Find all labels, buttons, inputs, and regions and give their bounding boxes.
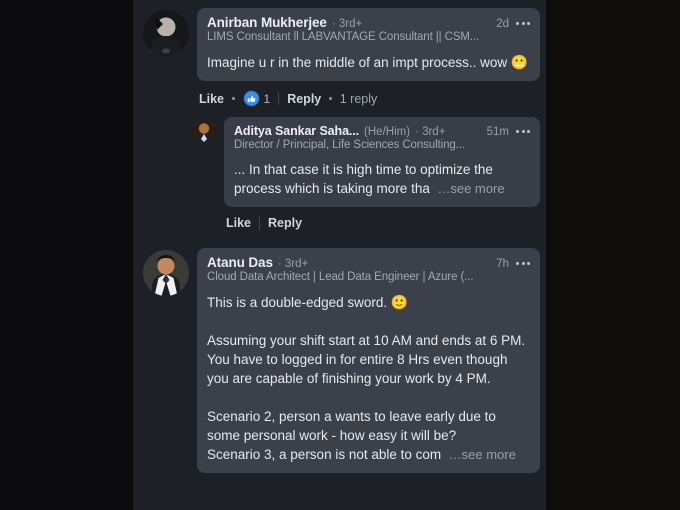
separator-dot [232, 97, 235, 100]
comment-body-text: Scenario 3, a person is not able to com [207, 447, 442, 462]
like-button[interactable]: Like [226, 216, 251, 230]
comment-actions: Like Reply [224, 207, 540, 234]
comment-meta: 2d [488, 18, 530, 30]
comment-bubble: Aditya Sankar Saha... (He/Him) · 3rd+ 51… [224, 117, 540, 207]
connection-degree: · 3rd+ [331, 18, 363, 30]
separator-dot [329, 97, 332, 100]
see-more-link[interactable]: …see more [449, 447, 516, 462]
comment-body-paragraph-1: This is a double-edged sword. 🙂 [207, 293, 530, 312]
more-options-icon[interactable] [516, 129, 530, 135]
comment-body: Imagine u r in the middle of an impt pro… [207, 53, 530, 72]
comment-content: Aditya Sankar Saha... (He/Him) · 3rd+ 51… [224, 117, 540, 234]
comment-header: Atanu Das · 3rd+ 7h [207, 255, 530, 270]
author-pronouns: (He/Him) [364, 126, 411, 138]
comment-body-text: Imagine u r in the middle of an impt pro… [207, 55, 508, 70]
comment-author-line: Aditya Sankar Saha... (He/Him) · 3rd+ [234, 124, 479, 138]
like-button[interactable]: Like [199, 92, 224, 106]
divider [278, 92, 280, 105]
author-name[interactable]: Aditya Sankar Saha... [234, 124, 359, 138]
comment-bubble: Anirban Mukherjee · 3rd+ 2d LIMS Consult… [197, 8, 540, 81]
avatar[interactable] [143, 250, 189, 296]
comment-body-paragraph-3: Scenario 2, person a wants to leave earl… [207, 409, 500, 443]
comment-content: Atanu Das · 3rd+ 7h Cloud Data Architect… [197, 248, 540, 473]
letterbox-left [0, 0, 133, 510]
reactions-summary[interactable]: 1 [242, 90, 271, 107]
more-options-icon[interactable] [516, 261, 530, 267]
timestamp: 2d [496, 18, 509, 30]
letterbox-right [546, 0, 680, 510]
comment-header: Anirban Mukherjee · 3rd+ 2d [207, 15, 530, 30]
comment-meta: 7h [488, 258, 530, 270]
author-headline: Cloud Data Architect | Lead Data Enginee… [207, 271, 474, 283]
see-more-link[interactable]: …see more [437, 181, 504, 196]
reply-button[interactable]: Reply [287, 92, 321, 106]
reply-button[interactable]: Reply [268, 216, 302, 230]
comment-author-line: Atanu Das · 3rd+ [207, 255, 488, 270]
screenshot-root: Anirban Mukherjee · 3rd+ 2d LIMS Consult… [0, 0, 680, 510]
author-headline: Director / Principal, Life Sciences Cons… [234, 139, 465, 151]
emoji-smiling-face-icon: 🙂 [390, 294, 409, 310]
comment-body-paragraph-4: Scenario 3, a person is not able to com … [207, 445, 530, 464]
comment-body: ... In that case it is high time to opti… [234, 160, 530, 198]
thumbs-up-icon [242, 90, 260, 107]
comment-thread-anirban-mukherjee: Anirban Mukherjee · 3rd+ 2d LIMS Consult… [133, 0, 546, 111]
timestamp: 7h [496, 258, 509, 270]
comment-thread-aditya-sankar-saha: Aditya Sankar Saha... (He/Him) · 3rd+ 51… [133, 111, 546, 234]
connection-degree: · 3rd+ [415, 126, 446, 138]
comment-header: Aditya Sankar Saha... (He/Him) · 3rd+ 51… [234, 124, 530, 138]
emoji-grimacing-icon: 😬 [510, 54, 529, 70]
comment-content: Anirban Mukherjee · 3rd+ 2d LIMS Consult… [197, 8, 540, 111]
author-headline: LIMS Consultant ll LABVANTAGE Consultant… [207, 31, 480, 43]
comment-meta: 51m [479, 126, 530, 138]
comment-actions: Like 1 Reply 1 reply [197, 81, 540, 111]
comment-body-text: This is a double-edged sword. [207, 295, 388, 310]
comment-bubble: Atanu Das · 3rd+ 7h Cloud Data Architect… [197, 248, 540, 473]
comment-feed: Anirban Mukherjee · 3rd+ 2d LIMS Consult… [133, 0, 546, 510]
author-name[interactable]: Atanu Das [207, 255, 273, 270]
avatar[interactable] [191, 119, 217, 145]
connection-degree: · 3rd+ [277, 258, 309, 270]
timestamp: 51m [486, 126, 509, 138]
divider [259, 216, 261, 230]
comment-author-line: Anirban Mukherjee · 3rd+ [207, 15, 488, 30]
comment-body-paragraph-2: Assuming your shift start at 10 AM and e… [207, 333, 529, 386]
avatar[interactable] [143, 10, 189, 56]
author-name[interactable]: Anirban Mukherjee [207, 15, 327, 30]
comment-thread-atanu-das: Atanu Das · 3rd+ 7h Cloud Data Architect… [133, 234, 546, 473]
more-options-icon[interactable] [516, 21, 530, 27]
reaction-count: 1 [263, 91, 271, 106]
view-replies-link[interactable]: 1 reply [340, 92, 378, 106]
